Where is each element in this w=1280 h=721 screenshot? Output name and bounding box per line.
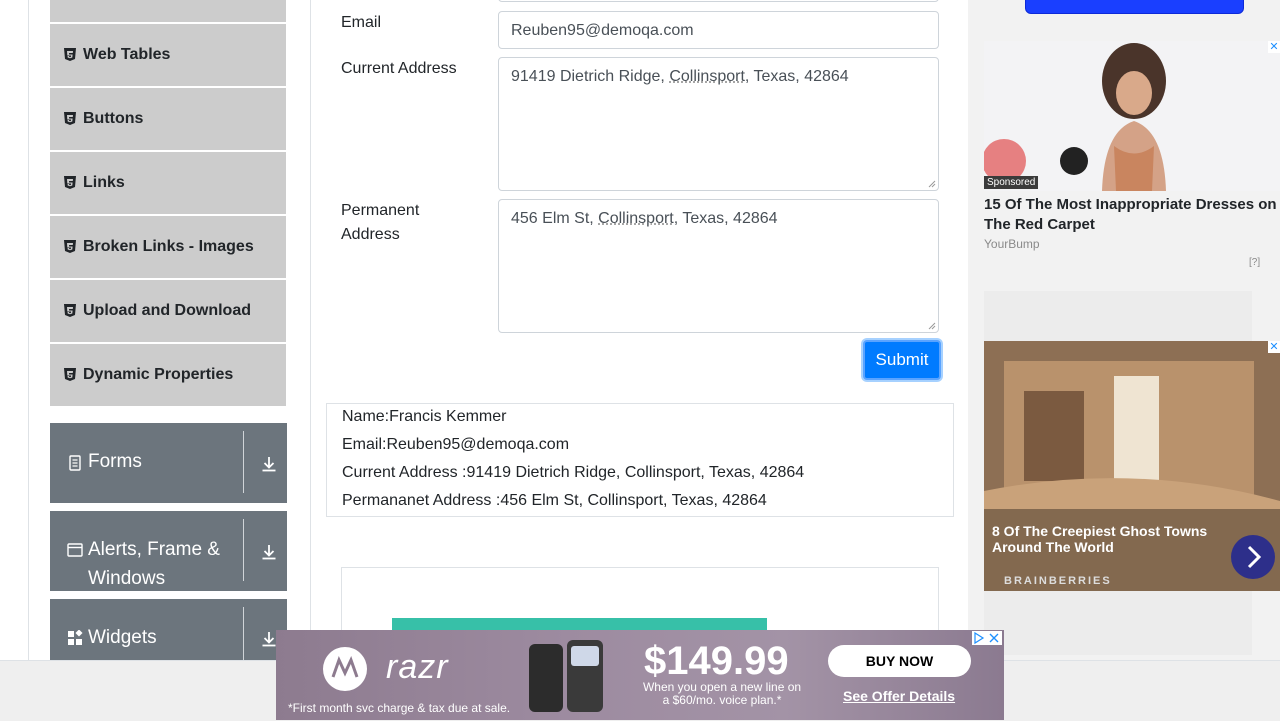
download-arrow-icon[interactable] <box>261 456 277 472</box>
permanent-address-text: 456 Elm St, <box>511 210 598 227</box>
sidebar-item-links[interactable]: Links <box>50 152 286 214</box>
phone-image <box>521 636 611 716</box>
permanent-address-label: Permanent Address <box>341 199 419 247</box>
resize-handle-icon[interactable] <box>928 180 936 188</box>
permanent-address-text: Collinsport <box>598 210 674 227</box>
resize-handle-icon[interactable] <box>928 322 936 330</box>
current-address-label: Current Address <box>341 57 457 81</box>
output-name: Name:Francis Kemmer <box>342 407 506 427</box>
sidebar-item-upload-download[interactable]: Upload and Download <box>50 280 286 342</box>
ad-background-tiles <box>984 591 1252 655</box>
permanent-address-text: , Texas, 42864 <box>674 210 778 227</box>
ad-cta-button[interactable] <box>1025 0 1244 14</box>
sidebar-item-label: Broken Links - Images <box>83 238 254 256</box>
permanent-address-label-line: Address <box>341 226 400 243</box>
sidebar-group-widgets[interactable]: Widgets <box>50 599 287 660</box>
sidebar-item-label: Links <box>83 174 125 192</box>
red-carpet-photo <box>984 41 1280 191</box>
ad-brand: razr <box>386 648 449 687</box>
left-gutter-rule <box>28 0 29 660</box>
sidebar-item-broken-links[interactable]: Broken Links - Images <box>50 216 286 278</box>
motorola-logo-icon <box>323 647 367 691</box>
download-arrow-icon[interactable] <box>261 631 277 647</box>
sidebar-item-label: Upload and Download <box>83 302 251 320</box>
sidebar-group-forms[interactable]: Forms <box>50 423 287 503</box>
sidebar-item-buttons[interactable]: Buttons <box>50 88 286 150</box>
submit-button[interactable]: Submit <box>863 340 941 380</box>
current-address-text: 91419 Dietrich Ridge, <box>511 68 669 85</box>
current-address-text: Collinsport <box>669 68 745 85</box>
html5-icon <box>64 368 76 382</box>
group-divider <box>243 519 244 581</box>
offer-details-link[interactable]: See Offer Details <box>843 688 955 704</box>
document-icon <box>67 455 83 471</box>
sidebar-group-label: Widgets <box>88 623 157 652</box>
group-divider <box>243 607 244 660</box>
email-field[interactable]: Reuben95@demoqa.com <box>498 11 939 49</box>
output-permanent-address: Permananet Address :456 Elm St, Collinsp… <box>342 491 767 511</box>
bottom-banner-ad[interactable]: razr $149.99 When you open a new line on… <box>276 630 1004 720</box>
output-panel: Name:Francis Kemmer Email:Reuben95@demoq… <box>326 403 954 517</box>
ad-close-icon[interactable]: ✕ <box>1268 341 1280 353</box>
ad-ghost-towns[interactable]: 8 Of The Creepiest Ghost Towns Around Th… <box>984 341 1280 591</box>
sidebar-group-label: Alerts, Frame & Windows <box>88 535 238 593</box>
ad-headline[interactable]: 15 Of The Most Inappropriate Dresses on … <box>984 195 1280 235</box>
ad-headline: 8 Of The Creepiest Ghost Towns Around Th… <box>992 523 1232 555</box>
ad-background-tiles <box>984 291 1252 341</box>
sidebar-item-label: Dynamic Properties <box>83 366 233 384</box>
permanent-address-textarea[interactable]: 456 Elm St, Collinsport, Texas, 42864 <box>498 199 939 333</box>
ad-image-red-carpet[interactable] <box>984 41 1280 191</box>
output-current-address: Current Address :91419 Dietrich Ridge, C… <box>342 463 804 483</box>
chevron-right-icon <box>1231 535 1275 579</box>
output-email: Email:Reuben95@demoqa.com <box>342 435 569 455</box>
sidebar-item-label: Web Tables <box>83 46 170 64</box>
download-arrow-icon[interactable] <box>261 544 277 560</box>
ad-close-icon[interactable]: ✕ <box>1268 41 1280 53</box>
ad-source: YourBump <box>984 237 1040 251</box>
sidebar-item-label: Buttons <box>83 110 143 128</box>
email-label: Email <box>341 11 381 35</box>
email-value: Reuben95@demoqa.com <box>511 22 694 39</box>
sidebar-item-web-tables[interactable]: Web Tables <box>50 24 286 86</box>
current-address-textarea[interactable]: 91419 Dietrich Ridge, Collinsport, Texas… <box>498 57 939 191</box>
html5-icon <box>64 112 76 126</box>
ad-price: $149.99 <box>644 639 789 684</box>
permanent-address-label-line: Permanent <box>341 202 419 219</box>
next-arrow-button[interactable] <box>1231 535 1275 579</box>
ad-info-link[interactable]: [?] <box>1249 257 1260 268</box>
adchoices-icon[interactable] <box>972 631 1002 645</box>
ad-brand: BRAINBERRIES <box>1004 575 1112 587</box>
html5-icon <box>64 304 76 318</box>
current-address-text: , Texas, 42864 <box>745 68 849 85</box>
html5-icon <box>64 48 76 62</box>
sidebar-group-label: Forms <box>88 447 142 476</box>
ad-fine-print: *First month svc charge & tax due at sal… <box>288 701 510 715</box>
window-icon <box>67 542 83 558</box>
sidebar-item-dynamic-properties[interactable]: Dynamic Properties <box>50 344 286 406</box>
full-name-field-partial[interactable] <box>498 0 939 2</box>
sponsored-badge: Sponsored <box>984 176 1038 189</box>
html5-icon <box>64 176 76 190</box>
widgets-icon <box>67 630 83 646</box>
sidebar-item-partial[interactable] <box>50 0 286 22</box>
group-divider <box>243 431 244 493</box>
html5-icon <box>64 240 76 254</box>
sidebar-divider <box>310 0 311 660</box>
sidebar-group-alerts[interactable]: Alerts, Frame & Windows <box>50 511 287 591</box>
buy-now-button[interactable]: BUY NOW <box>828 645 971 677</box>
ad-price-note: When you open a new line on a $60/mo. vo… <box>642 681 802 707</box>
